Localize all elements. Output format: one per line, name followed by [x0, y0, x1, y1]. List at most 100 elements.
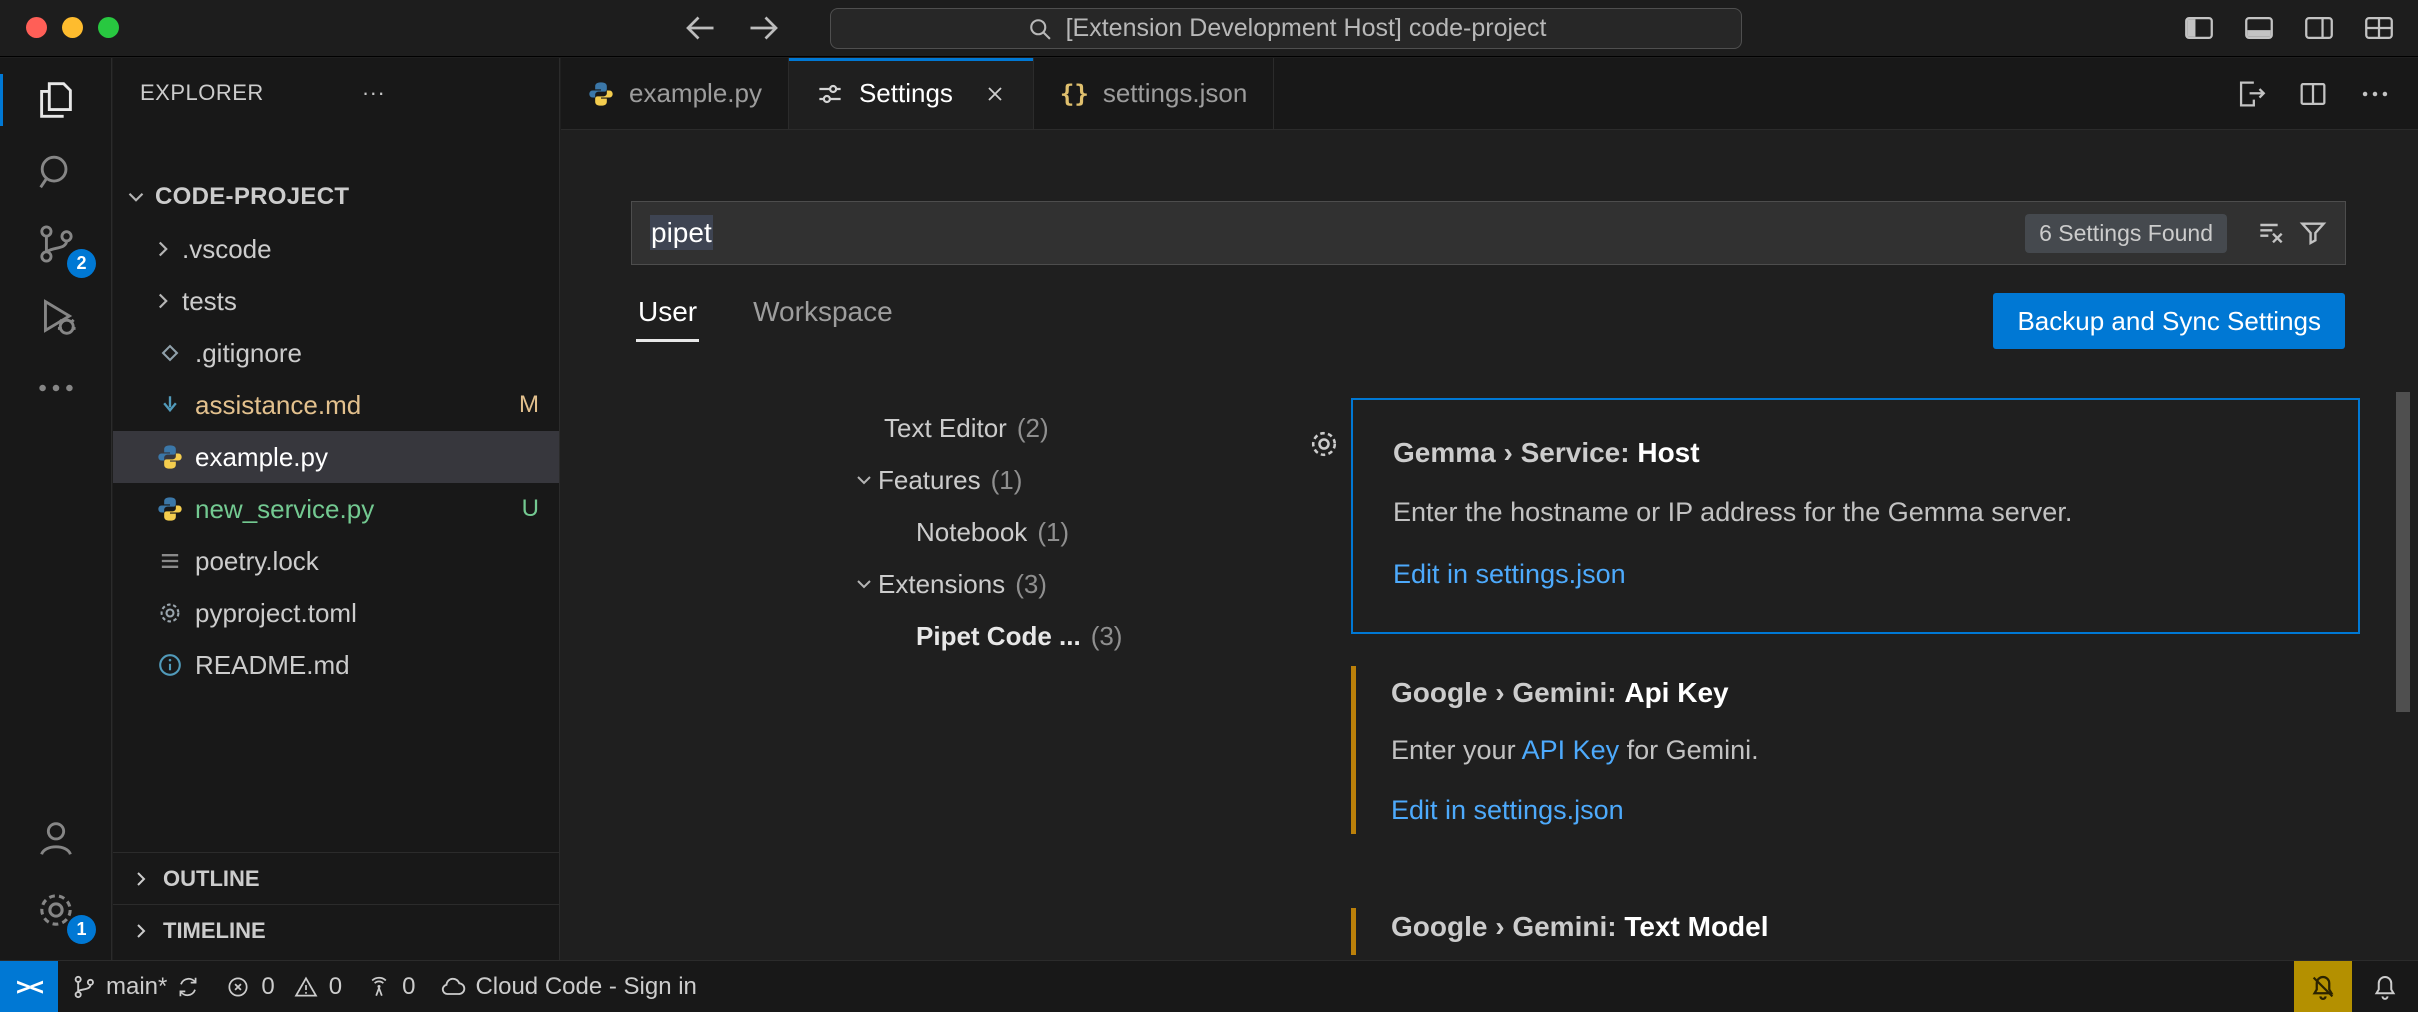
- settings-sliders-icon: [815, 79, 845, 109]
- tree-item-label: README.md: [195, 650, 350, 681]
- toc-count: (1): [991, 465, 1023, 496]
- toggle-panel-icon[interactable]: [2242, 11, 2276, 45]
- tree-item-pyproject-toml[interactable]: pyproject.toml: [113, 587, 559, 639]
- customize-layout-icon[interactable]: [2362, 11, 2396, 45]
- remote-indicator[interactable]: ><: [0, 961, 58, 1012]
- backup-sync-settings-button[interactable]: Backup and Sync Settings: [1993, 293, 2345, 349]
- setting-name: Host: [1637, 437, 1699, 468]
- branch-status-item[interactable]: main*: [58, 961, 213, 1012]
- tree-item-assistance-md[interactable]: assistance.md M: [113, 379, 559, 431]
- activity-account[interactable]: [0, 802, 111, 874]
- toc-pipet-code[interactable]: Pipet Code ... (3): [846, 610, 1316, 662]
- toc-count: (1): [1037, 517, 1069, 548]
- tab-label: Settings: [859, 78, 953, 109]
- command-center[interactable]: [Extension Development Host] code-projec…: [830, 8, 1742, 49]
- close-window-button[interactable]: [26, 17, 47, 38]
- problems-status-item[interactable]: 0 0: [213, 961, 354, 1012]
- settings-scope-tabs: User Workspace: [636, 284, 895, 342]
- ports-status-item[interactable]: 0: [354, 961, 427, 1012]
- explorer-more-actions-icon[interactable]: ···: [362, 80, 385, 106]
- toggle-secondary-sidebar-icon[interactable]: [2302, 11, 2336, 45]
- setting-manage-gear-icon[interactable]: [1306, 426, 1342, 462]
- scope-tab-user[interactable]: User: [636, 284, 699, 342]
- title-bar: [Extension Development Host] code-projec…: [0, 0, 2418, 57]
- warning-icon: [293, 974, 319, 1000]
- edit-in-settings-json-link[interactable]: Edit in settings.json: [1393, 558, 2328, 590]
- back-arrow-icon[interactable]: [682, 10, 718, 46]
- tab-settings[interactable]: Settings: [789, 58, 1034, 129]
- clear-search-filters-icon[interactable]: [2255, 217, 2287, 249]
- tree-item-label: example.py: [195, 442, 328, 473]
- activity-settings[interactable]: 1: [0, 874, 111, 946]
- scope-tab-workspace[interactable]: Workspace: [751, 284, 895, 342]
- json-braces-icon: {}: [1060, 80, 1089, 108]
- api-key-link[interactable]: API Key: [1522, 735, 1620, 765]
- section-label: OUTLINE: [163, 866, 260, 892]
- toc-label: Text Editor: [884, 413, 1007, 444]
- toc-extensions[interactable]: Extensions (3): [846, 558, 1316, 610]
- setting-gemma-service-host[interactable]: Gemma › Service: Host Enter the hostname…: [1351, 398, 2360, 634]
- sync-changes-icon[interactable]: [175, 974, 201, 1000]
- tab-label: settings.json: [1103, 78, 1248, 109]
- tree-item-vscode[interactable]: .vscode: [113, 223, 559, 275]
- edit-in-settings-json-link[interactable]: Edit in settings.json: [1391, 794, 2330, 826]
- more-actions-icon[interactable]: [2358, 77, 2392, 111]
- open-settings-json-icon[interactable]: [2234, 77, 2268, 111]
- chevron-right-icon: [150, 288, 176, 314]
- tab-settings-json[interactable]: {} settings.json: [1034, 58, 1274, 129]
- toggle-primary-sidebar-icon[interactable]: [2182, 11, 2216, 45]
- tab-example-py[interactable]: example.py: [561, 58, 789, 129]
- toc-count: (3): [1091, 621, 1123, 652]
- tree-item-readme-md[interactable]: README.md: [113, 639, 559, 691]
- setting-description: Enter the hostname or IP address for the…: [1393, 496, 2328, 528]
- cloud-code-status-item[interactable]: Cloud Code - Sign in: [427, 961, 708, 1012]
- forward-arrow-icon[interactable]: [746, 10, 782, 46]
- setting-name: Text Model: [1624, 911, 1768, 942]
- settings-scrollbar[interactable]: [2396, 392, 2410, 712]
- setting-category: Google › Gemini:: [1391, 677, 1617, 708]
- toc-features[interactable]: Features (1): [846, 454, 1316, 506]
- minimize-window-button[interactable]: [62, 17, 83, 38]
- toc-label: Pipet Code ...: [916, 621, 1081, 652]
- setting-name: Api Key: [1624, 677, 1728, 708]
- git-status-badge: M: [519, 391, 539, 419]
- filter-icon[interactable]: [2297, 217, 2329, 249]
- activity-source-control[interactable]: 2: [0, 208, 111, 280]
- setting-google-gemini-text-model[interactable]: Google › Gemini: Text Model: [1351, 902, 2360, 960]
- tree-item-new-service-py[interactable]: new_service.py U: [113, 483, 559, 535]
- toc-text-editor[interactable]: Text Editor (2): [846, 402, 1316, 454]
- toc-notebook[interactable]: Notebook (1): [846, 506, 1316, 558]
- maximize-window-button[interactable]: [98, 17, 119, 38]
- python-file-icon: [587, 80, 615, 108]
- tree-item-poetry-lock[interactable]: poetry.lock: [113, 535, 559, 587]
- tree-item-gitignore[interactable]: .gitignore: [113, 327, 559, 379]
- toml-gear-icon: [155, 599, 185, 627]
- activity-search[interactable]: [0, 136, 111, 208]
- info-file-icon: [155, 651, 185, 679]
- settings-search-input[interactable]: pipet 6 Settings Found: [631, 201, 2346, 265]
- toc-label: Notebook: [916, 517, 1027, 548]
- cloud-code-label: Cloud Code - Sign in: [475, 973, 696, 1001]
- settings-badge: 1: [67, 915, 96, 944]
- activity-bar: 2 1: [0, 58, 112, 960]
- activity-run-debug[interactable]: [0, 280, 111, 352]
- chevron-right-icon: [129, 919, 153, 943]
- outline-section-header[interactable]: OUTLINE: [113, 852, 559, 904]
- toc-count: (2): [1017, 413, 1049, 444]
- alert-status-item[interactable]: [2294, 961, 2352, 1012]
- timeline-section-header[interactable]: TIMELINE: [113, 904, 559, 956]
- branch-label: main*: [106, 973, 167, 1001]
- setting-category: Google › Gemini:: [1391, 911, 1617, 942]
- python-file-icon: [155, 443, 185, 471]
- notifications-bell-icon[interactable]: [2352, 972, 2418, 1002]
- chevron-right-icon: [150, 236, 176, 262]
- tree-item-example-py[interactable]: example.py: [113, 431, 559, 483]
- split-editor-icon[interactable]: [2296, 77, 2330, 111]
- tree-root-code-project[interactable]: CODE-PROJECT: [113, 171, 559, 223]
- traffic-lights: [26, 17, 119, 38]
- activity-more[interactable]: [0, 352, 111, 424]
- setting-google-gemini-api-key[interactable]: Google › Gemini: Api Key Enter your API …: [1351, 660, 2360, 840]
- tree-item-tests[interactable]: tests: [113, 275, 559, 327]
- activity-explorer[interactable]: [0, 64, 111, 136]
- close-tab-icon[interactable]: [983, 82, 1007, 106]
